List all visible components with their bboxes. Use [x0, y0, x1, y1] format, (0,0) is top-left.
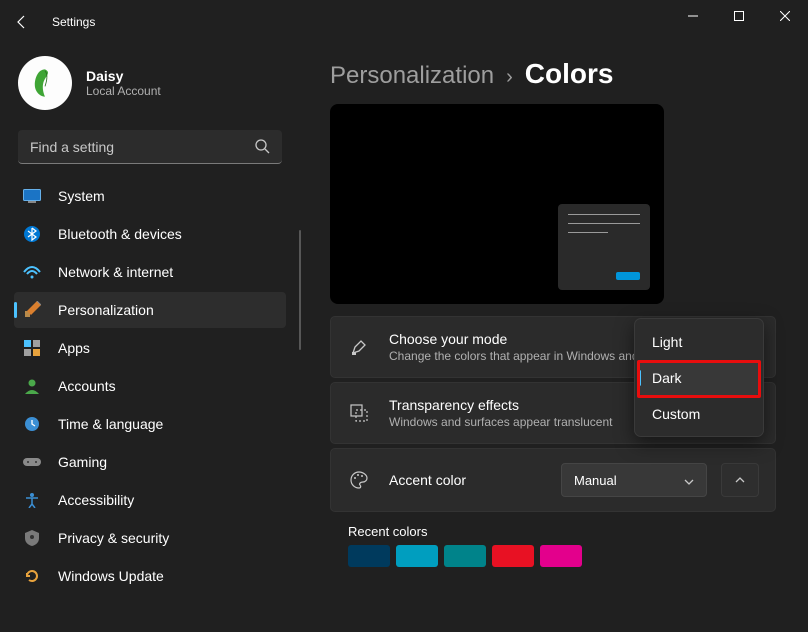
- gaming-icon: [22, 452, 42, 472]
- color-swatch[interactable]: [348, 545, 390, 567]
- palette-icon: [347, 470, 371, 490]
- page-title: Colors: [525, 58, 614, 90]
- system-icon: [22, 186, 42, 206]
- accent-color-card[interactable]: Accent color Manual: [330, 448, 776, 512]
- sidebar-item-label: Gaming: [58, 454, 107, 470]
- profile-block[interactable]: Daisy Local Account: [0, 44, 300, 128]
- privacy-icon: [22, 528, 42, 548]
- breadcrumb: Personalization › Colors: [330, 58, 776, 90]
- color-swatch[interactable]: [540, 545, 582, 567]
- network-icon: [22, 262, 42, 282]
- recent-colors-label: Recent colors: [348, 524, 776, 539]
- color-swatch[interactable]: [444, 545, 486, 567]
- maximize-button[interactable]: [716, 0, 762, 32]
- sidebar-item-time[interactable]: Time & language: [14, 406, 286, 442]
- sidebar-item-personalization[interactable]: Personalization: [14, 292, 286, 328]
- preview-window: [558, 204, 650, 290]
- bluetooth-icon: [22, 224, 42, 244]
- sidebar-item-label: Network & internet: [58, 264, 173, 280]
- sidebar-item-accessibility[interactable]: Accessibility: [14, 482, 286, 518]
- chevron-down-icon: [684, 473, 694, 488]
- sidebar-scrollbar[interactable]: [299, 230, 301, 350]
- breadcrumb-parent[interactable]: Personalization: [330, 62, 494, 90]
- sidebar-item-privacy[interactable]: Privacy & security: [14, 520, 286, 556]
- sidebar-item-label: Privacy & security: [58, 530, 169, 546]
- sidebar-item-label: Accessibility: [58, 492, 134, 508]
- chevron-right-icon: ›: [506, 66, 513, 89]
- profile-sub: Local Account: [86, 84, 161, 98]
- sidebar-item-apps[interactable]: Apps: [14, 330, 286, 366]
- sidebar-item-system[interactable]: System: [14, 178, 286, 214]
- minimize-button[interactable]: [670, 0, 716, 32]
- time-icon: [22, 414, 42, 434]
- accent-mode-select[interactable]: Manual: [561, 463, 707, 497]
- search-icon: [254, 138, 270, 159]
- color-swatch[interactable]: [396, 545, 438, 567]
- sidebar-item-gaming[interactable]: Gaming: [14, 444, 286, 480]
- sidebar-item-accounts[interactable]: Accounts: [14, 368, 286, 404]
- brush-icon: [347, 337, 371, 357]
- window-title: Settings: [52, 15, 95, 29]
- recent-colors-row: [348, 545, 776, 567]
- dropdown-item-dark[interactable]: Dark: [638, 360, 760, 395]
- sidebar-item-label: System: [58, 188, 105, 204]
- search-box[interactable]: [18, 130, 282, 164]
- avatar: [18, 56, 72, 110]
- sidebar-item-label: Accounts: [58, 378, 116, 394]
- update-icon: [22, 566, 42, 586]
- sidebar-item-label: Windows Update: [58, 568, 164, 584]
- search-input[interactable]: [18, 130, 282, 164]
- card-title: Accent color: [389, 472, 561, 488]
- mode-dropdown[interactable]: Light Dark Custom: [634, 318, 764, 437]
- profile-name: Daisy: [86, 68, 161, 84]
- sidebar-item-label: Time & language: [58, 416, 163, 432]
- accounts-icon: [22, 376, 42, 396]
- sidebar-item-label: Personalization: [58, 302, 154, 318]
- select-value: Manual: [574, 473, 617, 488]
- sidebar-item-network[interactable]: Network & internet: [14, 254, 286, 290]
- sidebar-item-bluetooth[interactable]: Bluetooth & devices: [14, 216, 286, 252]
- desktop-preview: [330, 104, 664, 304]
- accessibility-icon: [22, 490, 42, 510]
- personalization-icon: [22, 300, 42, 320]
- transparency-icon: [347, 403, 371, 423]
- dropdown-item-light[interactable]: Light: [638, 324, 760, 359]
- sidebar-item-label: Apps: [58, 340, 90, 356]
- preview-accent-button: [616, 272, 640, 280]
- back-button[interactable]: [0, 0, 44, 44]
- expand-button[interactable]: [721, 463, 759, 497]
- apps-icon: [22, 338, 42, 358]
- dropdown-item-custom[interactable]: Custom: [638, 396, 760, 431]
- close-button[interactable]: [762, 0, 808, 32]
- sidebar-item-label: Bluetooth & devices: [58, 226, 182, 242]
- sidebar-item-update[interactable]: Windows Update: [14, 558, 286, 594]
- color-swatch[interactable]: [492, 545, 534, 567]
